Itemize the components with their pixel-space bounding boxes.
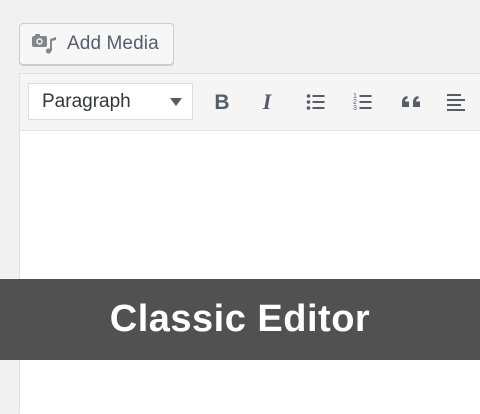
caret-down-icon — [170, 98, 182, 106]
editor-content-area[interactable] — [20, 131, 480, 414]
svg-text:B: B — [214, 91, 229, 113]
blockquote-icon — [402, 96, 420, 107]
svg-text:3: 3 — [353, 105, 357, 112]
editor-toolbar: Paragraph B I 1 2 3 — [20, 74, 480, 131]
bold-icon: B — [214, 91, 229, 113]
italic-icon: I — [262, 91, 273, 113]
align-left-icon — [447, 94, 465, 111]
numbered-list-icon: 1 2 3 — [353, 93, 372, 112]
blockquote-button[interactable] — [396, 86, 428, 118]
format-select[interactable]: Paragraph — [28, 83, 193, 120]
add-media-button[interactable]: Add Media — [19, 23, 174, 65]
format-select-value: Paragraph — [42, 90, 131, 112]
media-camera-music-icon — [31, 31, 57, 57]
bold-button[interactable]: B — [206, 86, 238, 118]
numbered-list-button[interactable]: 1 2 3 — [347, 86, 379, 118]
banner-title: Classic Editor — [109, 298, 371, 340]
title-banner: Classic Editor — [0, 279, 480, 360]
italic-button[interactable]: I — [251, 86, 283, 118]
editor-frame: Paragraph B I 1 2 3 — [19, 73, 480, 414]
add-media-label: Add Media — [67, 33, 159, 54]
bulleted-list-button[interactable] — [300, 86, 332, 118]
svg-text:I: I — [262, 91, 273, 113]
bulleted-list-icon — [306, 94, 325, 110]
align-left-button[interactable] — [440, 86, 472, 118]
